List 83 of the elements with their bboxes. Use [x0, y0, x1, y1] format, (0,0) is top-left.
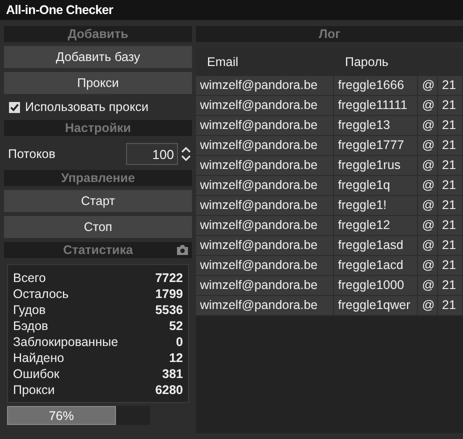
- table-cell: @: [418, 116, 438, 136]
- table-cell: @: [418, 256, 438, 276]
- checkbox[interactable]: [9, 102, 20, 112]
- table-cell: wimzelf@pandora.be: [196, 136, 334, 156]
- table-cell: @: [418, 216, 438, 236]
- start-button[interactable]: Старт: [4, 190, 192, 212]
- add-base-button[interactable]: Добавить базу: [4, 46, 192, 68]
- stat-value: 5536: [155, 303, 183, 318]
- column-header: Email: [196, 48, 334, 76]
- section-header: Статистика: [4, 242, 192, 258]
- window-title: All-in-One Checker: [0, 0, 463, 20]
- stat-value: 1799: [155, 287, 183, 302]
- table-cell: 21: [438, 156, 463, 176]
- table-cell: freggle1q: [334, 176, 418, 196]
- table-cell: @: [418, 156, 438, 176]
- table-cell: 21: [438, 236, 463, 256]
- stat-value: 381: [162, 367, 183, 382]
- table-cell: @: [418, 236, 438, 256]
- stat-label: Прокси: [13, 383, 55, 398]
- section-header: Лог: [196, 26, 463, 42]
- table-cell: 21: [438, 176, 463, 196]
- section-header: Настройки: [4, 120, 192, 136]
- column-header: Пароль: [334, 48, 418, 76]
- table-cell: freggle13: [334, 116, 418, 136]
- table-cell: freggle1000: [334, 276, 418, 296]
- table-cell: 21: [438, 136, 463, 156]
- stat-label: Осталось: [13, 287, 69, 302]
- stat-value: 7722: [155, 271, 183, 286]
- table-cell: wimzelf@pandora.be: [196, 196, 334, 216]
- progress-text: 76%: [48, 408, 74, 422]
- table-cell: 21: [438, 196, 463, 216]
- table-cell: wimzelf@pandora.be: [196, 276, 334, 296]
- threads-label: Потоков: [8, 147, 56, 161]
- proxy-button[interactable]: Прокси: [4, 72, 192, 94]
- table-cell: freggle1666: [334, 76, 418, 96]
- table-cell: wimzelf@pandora.be: [196, 216, 334, 236]
- table-cell: wimzelf@pandora.be: [196, 176, 334, 196]
- table-cell: wimzelf@pandora.be: [196, 256, 334, 276]
- table-cell: freggle1acd: [334, 256, 418, 276]
- table-cell: wimzelf@pandora.be: [196, 296, 334, 316]
- table-cell: freggle12: [334, 216, 418, 236]
- spin-arrows-icon[interactable]: [180, 145, 192, 163]
- table-cell: wimzelf@pandora.be: [196, 76, 334, 96]
- stat-label: Найдено: [13, 351, 64, 366]
- checkbox-label: Использовать прокси: [25, 100, 148, 114]
- stat-value: 12: [169, 351, 183, 366]
- stat-label: Ошибок: [13, 367, 60, 382]
- table-cell: @: [418, 276, 438, 296]
- table-cell: freggle1777: [334, 136, 418, 156]
- camera-icon[interactable]: [177, 245, 188, 255]
- table-cell: freggle1asd: [334, 236, 418, 256]
- stat-value: 6280: [155, 383, 183, 398]
- table-cell: freggle1!: [334, 196, 418, 216]
- threads-input[interactable]: 100: [126, 143, 178, 165]
- table-cell: @: [418, 296, 438, 316]
- table-cell: @: [418, 136, 438, 156]
- table-cell: @: [418, 196, 438, 216]
- table-cell: 21: [438, 76, 463, 96]
- table-cell: @: [418, 176, 438, 196]
- table-cell: 21: [438, 216, 463, 236]
- section-header: Управление: [4, 170, 192, 186]
- table-cell: 21: [438, 256, 463, 276]
- table-cell: wimzelf@pandora.be: [196, 96, 334, 116]
- table-cell: freggle1qwer: [334, 296, 418, 316]
- table-cell: @: [418, 96, 438, 116]
- stat-label: Заблокированные: [13, 335, 118, 350]
- table-cell: 21: [438, 116, 463, 136]
- stat-value: 0: [176, 335, 183, 350]
- table-cell: wimzelf@pandora.be: [196, 116, 334, 136]
- table-cell: freggle11111: [334, 96, 418, 116]
- table-cell: wimzelf@pandora.be: [196, 236, 334, 256]
- table-cell: @: [418, 76, 438, 96]
- stat-label: Бэдов: [13, 319, 48, 334]
- stat-label: Всего: [13, 271, 46, 286]
- stat-value: 52: [169, 319, 183, 334]
- table-cell: wimzelf@pandora.be: [196, 156, 334, 176]
- stat-label: Гудов: [13, 303, 46, 318]
- table-cell: 21: [438, 96, 463, 116]
- section-header: Добавить: [4, 26, 192, 42]
- table-cell: freggle1rus: [334, 156, 418, 176]
- table-cell: 21: [438, 296, 463, 316]
- table-cell: 21: [438, 276, 463, 296]
- stop-button[interactable]: Стоп: [4, 216, 192, 238]
